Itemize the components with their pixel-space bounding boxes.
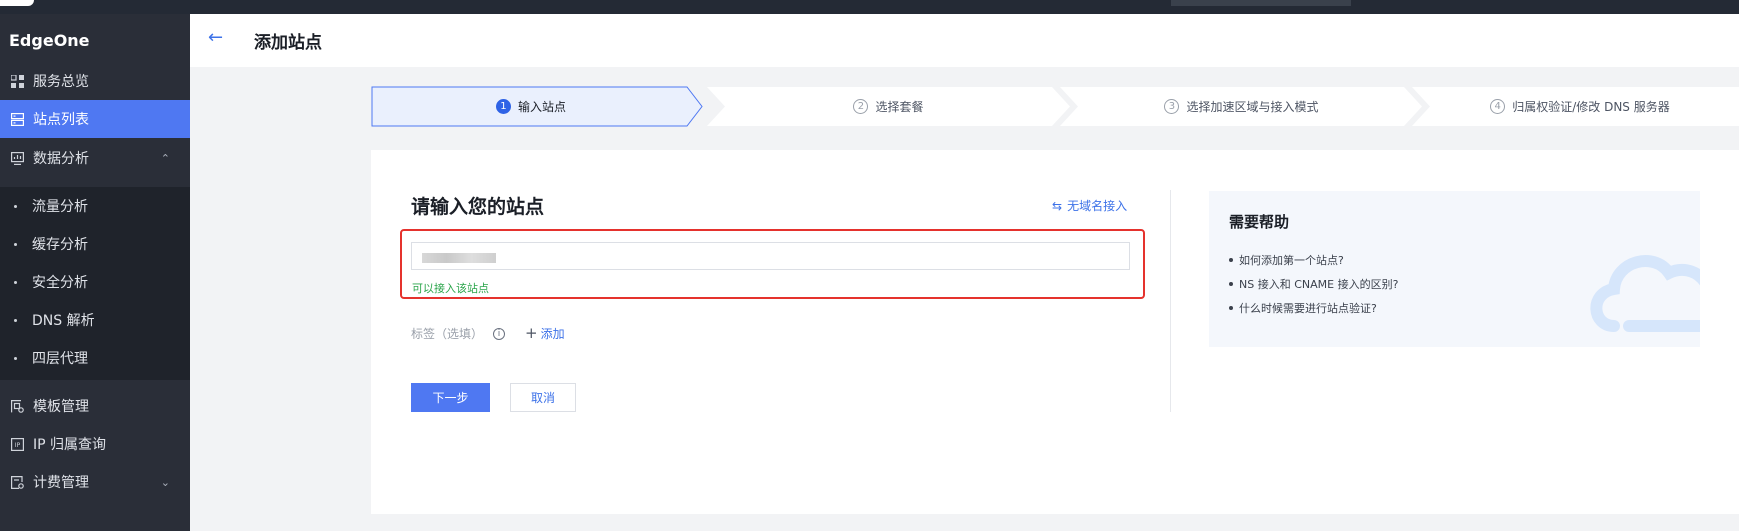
- step-number: 4: [1490, 99, 1506, 114]
- bullet-icon: [1229, 306, 1233, 310]
- divider: [1170, 190, 1171, 412]
- bullet-icon: [14, 280, 17, 284]
- step-number: 1: [495, 99, 511, 114]
- sidebar-subitem-dns[interactable]: DNS 解析: [0, 301, 190, 339]
- top-logo[interactable]: [0, 0, 34, 6]
- bullet-icon: [1229, 258, 1233, 262]
- add-site-card: 请输入您的站点 ⇆ 无域名接入 可以接入该站点 标签（选填） i + 添加 下一…: [371, 150, 1739, 514]
- step-label: 输入站点: [517, 100, 566, 114]
- valid-message: 可以接入该站点: [412, 282, 489, 295]
- help-panel: 需要帮助 如何添加第一个站点? NS 接入和 CNAME 接入的区别? 什么时候…: [1209, 191, 1700, 347]
- bullet-icon: [14, 204, 17, 208]
- cloud-icon: [1590, 255, 1700, 332]
- sidebar-subitem-traffic[interactable]: 流量分析: [0, 187, 190, 225]
- plus-icon: +: [525, 324, 538, 342]
- bullet-icon: [14, 318, 17, 322]
- sidebar-item-label: 服务总览: [33, 74, 89, 90]
- sidebar-item-label: IP 归属查询: [33, 437, 107, 453]
- step-label: 选择套餐: [875, 100, 924, 114]
- help-link-label: 什么时候需要进行站点验证?: [1239, 302, 1377, 315]
- step-label: 归属权验证/修改 DNS 服务器: [1512, 100, 1670, 114]
- site-list-icon: [10, 112, 24, 126]
- help-link[interactable]: 什么时候需要进行站点验证?: [1229, 300, 1377, 316]
- sidebar-subitem-label: DNS 解析: [32, 313, 95, 329]
- blurred-site-value: [422, 253, 496, 263]
- sidebar-subitem-l4-proxy[interactable]: 四层代理: [0, 339, 190, 377]
- sidebar-item-label: 站点列表: [33, 112, 89, 128]
- tag-label-text: 标签（选填）: [411, 327, 484, 341]
- sidebar-item-label: 计费管理: [33, 475, 89, 491]
- sidebar-subitem-security[interactable]: 安全分析: [0, 263, 190, 301]
- page-title: 添加站点: [254, 33, 322, 53]
- tag-label: 标签（选填） i: [411, 325, 506, 342]
- bullet-icon: [14, 242, 17, 246]
- step-select-region: 3 选择加速区域与接入模式: [1069, 86, 1414, 127]
- add-tag-link[interactable]: + 添加: [525, 324, 565, 342]
- sidebar: EdgeOne 服务总览 站点列表 数据分析 ⌃ 流量分析 缓存分析 安全分析: [0, 14, 190, 531]
- form-title: 请输入您的站点: [411, 196, 545, 218]
- sidebar-subitem-cache[interactable]: 缓存分析: [0, 225, 190, 263]
- sidebar-item-overview[interactable]: 服务总览: [0, 62, 190, 100]
- sidebar-subitem-label: 缓存分析: [32, 237, 88, 253]
- submenu-data-analysis: 流量分析 缓存分析 安全分析 DNS 解析 四层代理: [0, 187, 190, 380]
- add-tag-label: 添加: [540, 326, 565, 341]
- step-input-site: 1 输入站点: [371, 86, 691, 127]
- switch-icon: ⇆: [1052, 198, 1063, 213]
- page-header: ← 添加站点: [190, 14, 1739, 67]
- no-domain-link[interactable]: ⇆ 无域名接入: [1052, 197, 1127, 214]
- cancel-button[interactable]: 取消: [510, 383, 576, 412]
- sidebar-subitem-label: 流量分析: [32, 199, 88, 215]
- sidebar-subitem-label: 四层代理: [32, 351, 88, 367]
- sidebar-item-site-list[interactable]: 站点列表: [0, 100, 190, 138]
- dashboard-icon: [10, 74, 24, 88]
- monitor-icon: [10, 151, 24, 165]
- chevron-up-icon: ⌃: [160, 151, 170, 165]
- back-arrow-icon[interactable]: ←: [208, 27, 223, 48]
- svg-text:IP: IP: [14, 442, 20, 449]
- bullet-icon: [1229, 282, 1233, 286]
- ip-icon: IP: [10, 437, 24, 451]
- sidebar-subitem-label: 安全分析: [32, 275, 88, 291]
- help-title: 需要帮助: [1229, 213, 1290, 231]
- sidebar-item-label: 模板管理: [33, 399, 89, 415]
- step-label: 选择加速区域与接入模式: [1186, 100, 1319, 114]
- top-search-area[interactable]: [1171, 0, 1351, 6]
- site-input[interactable]: [411, 242, 1130, 270]
- help-link-label: 如何添加第一个站点?: [1239, 254, 1344, 267]
- step-verify-ownership: 4 归属权验证/修改 DNS 服务器: [1421, 86, 1739, 127]
- sidebar-item-billing[interactable]: 计费管理 ⌄: [0, 463, 190, 501]
- help-link-label: NS 接入和 CNAME 接入的区别?: [1239, 278, 1399, 291]
- sidebar-item-templates[interactable]: 模板管理: [0, 387, 190, 425]
- brand-name[interactable]: EdgeOne: [9, 31, 90, 50]
- step-select-plan: 2 选择套餐: [716, 86, 1061, 127]
- top-bar: [0, 0, 1739, 14]
- sidebar-item-label: 数据分析: [33, 151, 89, 167]
- billing-icon: [10, 475, 24, 489]
- template-icon: [10, 399, 24, 413]
- step-number: 3: [1164, 99, 1180, 114]
- chevron-down-icon: ⌄: [160, 475, 170, 489]
- help-link[interactable]: NS 接入和 CNAME 接入的区别?: [1229, 276, 1398, 292]
- bullet-icon: [14, 356, 17, 360]
- info-icon[interactable]: i: [493, 327, 506, 340]
- step-progress: 1 输入站点 2 选择套餐 3 选择加速区域与接入模式 4 归属权验证/修改 D…: [371, 86, 1739, 127]
- sidebar-item-data-analysis[interactable]: 数据分析 ⌃: [0, 139, 190, 177]
- sidebar-item-ip-lookup[interactable]: IP IP 归属查询: [0, 425, 190, 463]
- help-link[interactable]: 如何添加第一个站点?: [1229, 252, 1344, 268]
- no-domain-label: 无域名接入: [1067, 199, 1128, 213]
- step-number: 2: [853, 99, 869, 114]
- next-button[interactable]: 下一步: [411, 383, 490, 412]
